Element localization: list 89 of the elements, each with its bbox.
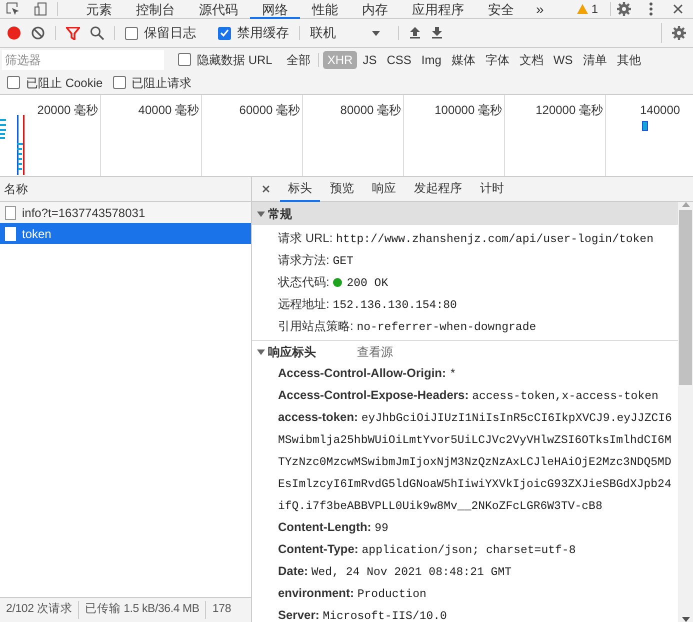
view-source-link[interactable]: 查看源 xyxy=(357,343,393,361)
header-line: Content-Length: 99 xyxy=(278,519,390,537)
panel-tab[interactable]: 元素 xyxy=(74,0,124,18)
warning-count[interactable]: 1 xyxy=(571,0,604,18)
settings-icon[interactable] xyxy=(672,26,686,40)
scrollbar-thumb[interactable] xyxy=(679,210,692,385)
type-filter-button[interactable]: CSS xyxy=(382,50,416,68)
timeline-tick-label: 140000 xyxy=(640,102,680,119)
device-icon[interactable] xyxy=(34,2,48,16)
panel-tab[interactable]: 控制台 xyxy=(124,0,187,18)
triangle-down-icon xyxy=(257,348,265,356)
checkbox[interactable] xyxy=(7,76,20,89)
header-line: 远程地址: 152.136.130.154:80 xyxy=(278,296,458,314)
type-filter-button[interactable]: 媒体 xyxy=(447,50,480,68)
more-icon[interactable] xyxy=(649,2,653,16)
panel-tab[interactable]: 安全 xyxy=(476,0,526,18)
timeline-tick-label: 80000 毫秒 xyxy=(340,102,401,119)
upload-icon[interactable] xyxy=(409,27,421,39)
panel-tab[interactable]: 性能 xyxy=(300,0,350,18)
timeline-tick-label: 100000 毫秒 xyxy=(434,102,502,119)
timeline-tick-label: 60000 毫秒 xyxy=(239,102,300,119)
status-text: 178 xyxy=(211,602,232,618)
header-line: Access-Control-Allow-Origin: * xyxy=(278,365,458,383)
type-filter-button[interactable]: 其他 xyxy=(612,50,645,68)
filter-icon[interactable] xyxy=(66,26,80,40)
timeline-drawing xyxy=(0,115,25,175)
scrollbar[interactable] xyxy=(678,202,693,622)
timeline-tick-label: 40000 毫秒 xyxy=(138,102,199,119)
checkbox[interactable] xyxy=(112,76,126,89)
header-line: access-token: eyJhbGciOiJIUzI1NiIsInR5cCI6IkpXVCJ9.eyJJZCI6MSwibmlja25hbWUiOiLmtYvor5UiLCJVc2VyVHlwZSI6OTksImlhdCI6MTYzNzc0MzcwMSwibmJmIjoxNjM3NzQzNzAxLCJleHAiOjE2Mzc3NDQ5MDEsImlzcyI6ImRvdG5ldGNoaW5hIiwiYXVkIjoicG93ZXJieSBGdXJpb24ifQ.i7f3beABBVPLL0Uik9w8Mv__2NKoZFcLGR6W3TV-cB8 xyxy=(278,409,673,515)
download-icon[interactable] xyxy=(431,27,443,39)
type-filter-button[interactable]: 文档 xyxy=(515,50,548,68)
settings-icon[interactable] xyxy=(617,2,631,16)
header-line: 状态代码: 200 OK xyxy=(278,274,390,292)
panel-tab[interactable]: 应用程序 xyxy=(400,0,476,18)
timeline-tick-label: 20000 毫秒 xyxy=(37,102,98,119)
header-line: Content-Type: application/json; charset=utf-8 xyxy=(278,541,577,559)
type-filter-button[interactable]: Img xyxy=(417,50,446,68)
type-filter-button[interactable]: 全部 xyxy=(282,50,314,68)
request-row[interactable]: info?t=1637743578031 xyxy=(0,202,251,223)
checkbox-label: 已阻止请求 xyxy=(132,74,192,92)
type-filter-button[interactable]: 清单 xyxy=(578,50,611,68)
checkbox[interactable] xyxy=(178,53,191,66)
checkbox-label: 保留日志 xyxy=(144,24,196,42)
triangle-down-icon xyxy=(257,210,265,218)
checkbox-label: 禁用缓存 xyxy=(237,24,289,42)
detail-tab[interactable]: 预览 xyxy=(322,176,362,202)
header-line: 引用站点策略: no-referrer-when-downgrade xyxy=(278,318,538,336)
close-icon[interactable] xyxy=(262,185,270,193)
status-text: 已传输 1.5 kB/36.4 MB xyxy=(79,601,206,619)
caret-icon xyxy=(372,30,380,36)
type-filter-button[interactable]: WS xyxy=(549,50,577,68)
header-line: Date: Wed, 24 Nov 2021 08:48:21 GMT xyxy=(278,563,512,581)
timeline-drawing xyxy=(642,121,648,131)
header-line: 请求 URL: http://www.zhanshenjz.com/api/user-login/token xyxy=(278,230,654,248)
throttling-dropdown[interactable]: 联机 xyxy=(310,23,380,43)
inspect-icon[interactable] xyxy=(6,2,20,16)
filter-field[interactable]: 筛选器 xyxy=(2,50,164,70)
check-icon xyxy=(220,29,229,37)
close-icon[interactable] xyxy=(673,4,683,14)
checkbox[interactable] xyxy=(218,26,231,40)
file-icon xyxy=(5,206,16,220)
panel-tab[interactable]: 源代码 xyxy=(187,0,250,18)
status-text: 2/102 次请求 xyxy=(0,601,80,619)
file-icon xyxy=(5,226,16,240)
more-tabs-button[interactable]: » xyxy=(526,0,554,20)
scroll-down-icon xyxy=(682,617,690,622)
request-row[interactable]: token xyxy=(0,223,251,244)
type-filter-button[interactable]: 字体 xyxy=(481,50,514,68)
header-line: 请求方法: GET xyxy=(278,252,354,270)
detail-tab[interactable]: 发起程序 xyxy=(406,176,470,202)
section-header[interactable]: 响应标头 查看源 xyxy=(252,340,678,363)
header-line: environment: Production xyxy=(278,585,428,603)
panel-tab[interactable]: 内存 xyxy=(350,0,400,18)
checkbox-label: 已阻止 Cookie xyxy=(26,74,103,92)
checkbox-label: 隐藏数据 URL xyxy=(197,52,272,68)
warning-icon xyxy=(577,4,588,14)
header-line: Server: Microsoft-IIS/10.0 xyxy=(278,607,448,622)
record-icon[interactable] xyxy=(7,26,21,40)
section-header[interactable]: 常规 xyxy=(252,202,678,225)
clear-icon[interactable] xyxy=(31,26,45,40)
header-line: Access-Control-Expose-Headers: access-token,x-access-token xyxy=(278,387,660,405)
detail-tab[interactable]: 响应 xyxy=(364,176,404,202)
checkbox[interactable] xyxy=(125,26,138,40)
timeline-tick-label: 120000 毫秒 xyxy=(536,102,603,119)
search-icon[interactable] xyxy=(90,26,104,40)
detail-tab[interactable]: 计时 xyxy=(472,176,512,202)
column-header: 名称 xyxy=(0,177,251,202)
type-filter-button[interactable]: JS xyxy=(358,50,381,68)
